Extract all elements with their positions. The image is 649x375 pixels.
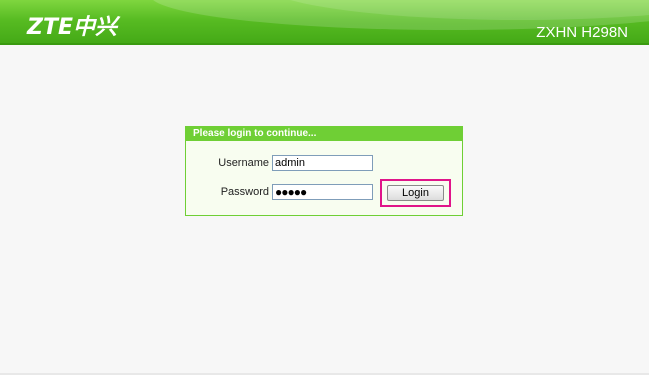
- header-divider: [0, 43, 649, 45]
- username-row: Username admin: [186, 155, 462, 173]
- password-input[interactable]: ●●●●●: [272, 184, 373, 200]
- password-label: Password: [220, 186, 269, 198]
- username-label: Username: [218, 157, 269, 169]
- zte-logo: ZTE中兴: [27, 15, 117, 40]
- model-name: ZXHN H298N: [536, 24, 628, 41]
- login-panel: Please login to continue... Username adm…: [185, 126, 463, 216]
- login-button[interactable]: Login: [387, 185, 444, 201]
- header-banner: ZTE中兴 ZXHN H298N: [0, 0, 649, 45]
- login-button-highlight: Login: [380, 179, 451, 207]
- username-input[interactable]: admin: [272, 155, 373, 171]
- login-panel-title: Please login to continue...: [186, 127, 462, 141]
